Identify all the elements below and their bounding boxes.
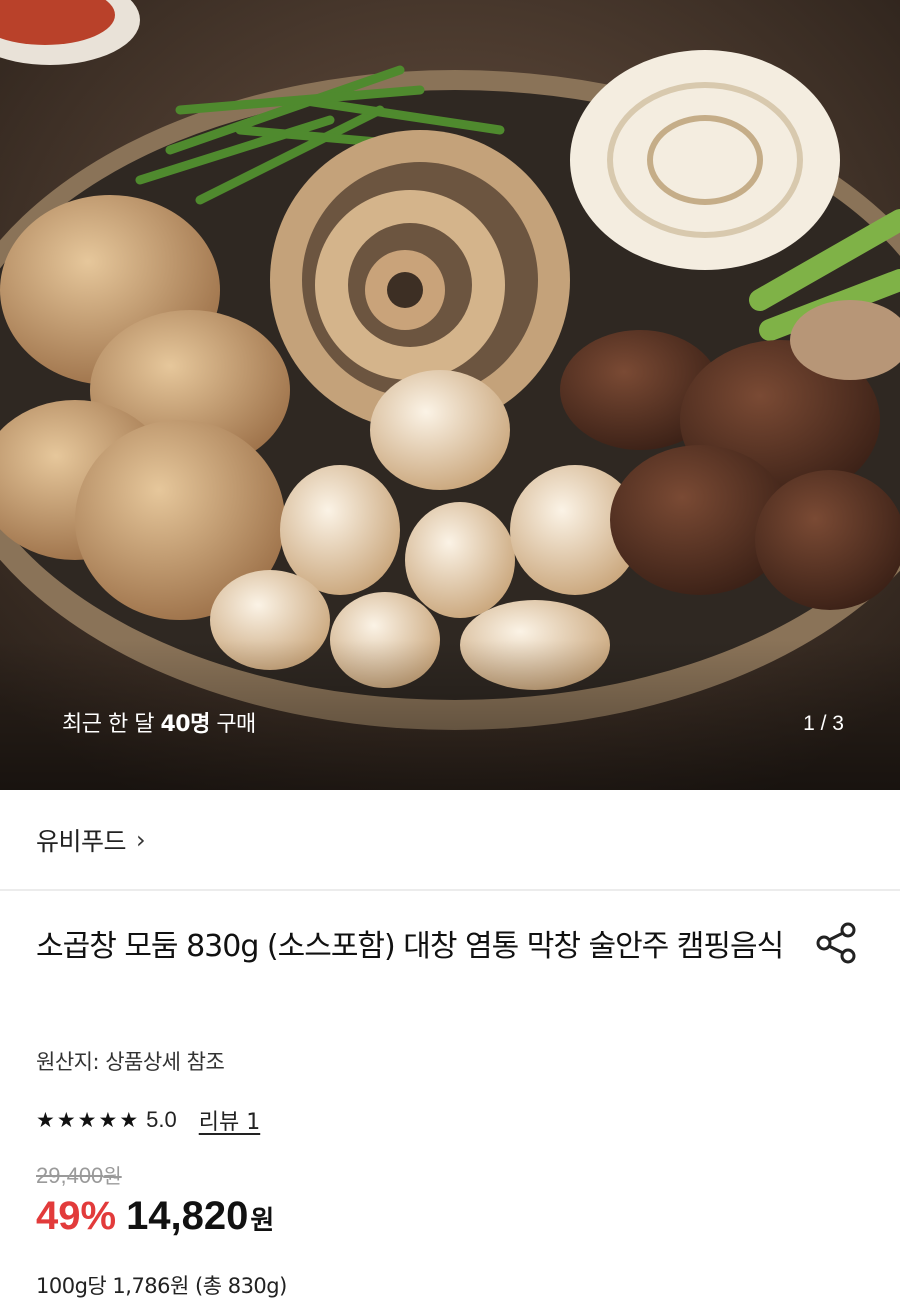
brand-link[interactable]: 유비푸드 › [36,822,146,858]
sale-price-currency: 원 [250,1206,275,1236]
origin-info: 원산지: 상품상세 참조 [36,1050,225,1074]
star-icon: ★ [119,1107,139,1132]
review-link[interactable]: 리뷰 1 [199,1104,260,1136]
unit-price: 100g당 1,786원 (총 830g) [36,1274,287,1298]
chevron-right-icon: › [136,826,146,854]
product-photo [0,0,900,790]
recent-purchase-caption: 최근 한 달 40명 구매 [62,706,256,738]
image-page-counter: 1 / 3 [803,712,844,735]
rating-stars: ★ ★ ★ ★ ★ [36,1107,139,1132]
sale-price: 14,820 [126,1194,249,1238]
price-row: 49% 14,820 원 [36,1194,274,1239]
original-price: 29,400원 [36,1160,122,1189]
original-price-currency: 원 [103,1164,122,1188]
brand-name: 유비푸드 [36,827,127,856]
recent-prefix: 최근 한 달 [62,712,154,737]
star-icon: ★ [77,1107,97,1132]
star-icon: ★ [56,1107,76,1132]
star-icon: ★ [98,1107,118,1132]
section-divider [0,889,900,891]
star-icon: ★ [36,1107,55,1132]
recent-suffix: 구매 [216,712,256,737]
share-icon[interactable] [814,920,860,966]
product-image-carousel[interactable]: 최근 한 달 40명 구매 1 / 3 [0,0,900,790]
rating-score: 5.0 [146,1107,177,1132]
rating-row: ★ ★ ★ ★ ★ 5.0 리뷰 1 [36,1104,260,1136]
product-title: 소곱창 모둠 830g (소스포함) 대창 염통 막창 술안주 캠핑음식 [36,929,784,964]
recent-count: 40명 [160,712,210,737]
discount-rate: 49% [36,1194,117,1238]
original-price-value: 29,400 [36,1163,104,1188]
